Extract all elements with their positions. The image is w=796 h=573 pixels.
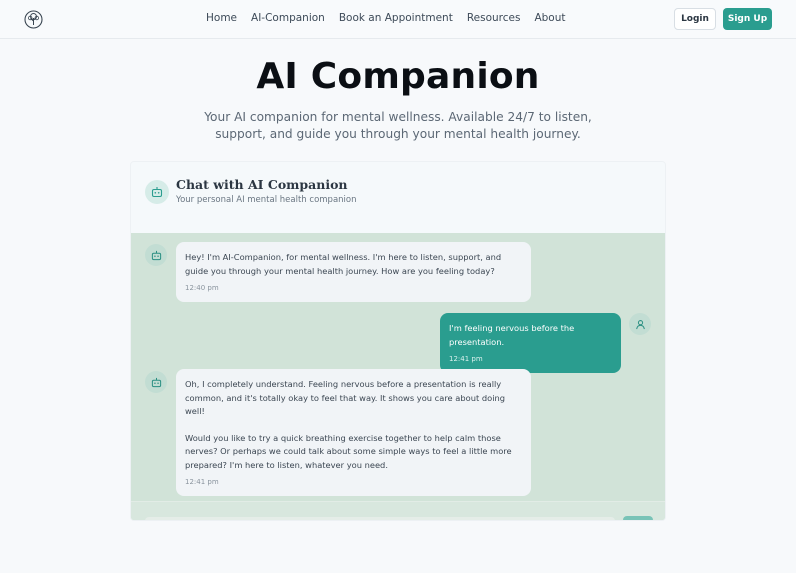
user-avatar — [629, 313, 651, 335]
send-button[interactable] — [623, 516, 653, 520]
user-message: I'm feeling nervous before the presentat… — [440, 313, 621, 373]
message-text: Hey! I'm AI-Companion, for mental wellne… — [185, 252, 502, 276]
message-list[interactable]: Hey! I'm AI-Companion, for mental wellne… — [131, 233, 665, 520]
page-subtitle: Your AI companion for mental wellness. A… — [204, 110, 592, 141]
user-icon — [635, 315, 646, 334]
page-title: AI Companion — [256, 56, 540, 97]
message-input[interactable] — [145, 517, 615, 520]
login-button[interactable]: Login — [674, 8, 716, 30]
bot-avatar — [145, 180, 169, 204]
robot-icon — [151, 246, 162, 265]
bot-message: Hey! I'm AI-Companion, for mental wellne… — [176, 242, 531, 302]
signup-button[interactable]: Sign Up — [723, 8, 772, 30]
robot-icon — [151, 183, 163, 202]
nav-link-about[interactable]: About — [534, 12, 565, 24]
chat-input-area — [131, 501, 665, 520]
chat-panel: Chat with AI Companion Your personal AI … — [130, 161, 666, 521]
message-timestamp: 12:40 pm — [185, 284, 219, 292]
nav-link-resources[interactable]: Resources — [467, 12, 521, 24]
chat-subtitle: Your personal AI mental health companion — [176, 195, 357, 205]
chat-header: Chat with AI Companion Your personal AI … — [131, 162, 665, 233]
message-timestamp: 12:41 pm — [185, 478, 219, 486]
main-nav: Home AI-Companion Book an Appointment Re… — [206, 12, 579, 24]
robot-icon — [151, 373, 162, 392]
message-timestamp: 12:41 pm — [449, 355, 483, 363]
message-text: Would you like to try a quick breathing … — [185, 432, 512, 470]
message-text: Oh, I completely understand. Feeling ner… — [185, 379, 506, 416]
chat-title: Chat with AI Companion — [176, 177, 348, 192]
bot-avatar — [145, 371, 167, 393]
bot-message: Oh, I completely understand. Feeling ner… — [176, 369, 531, 496]
tree-logo-icon[interactable] — [24, 10, 43, 29]
nav-link-home[interactable]: Home — [206, 12, 237, 24]
bot-avatar — [145, 244, 167, 266]
nav-link-ai-companion[interactable]: AI-Companion — [251, 12, 325, 24]
top-navigation-bar: Home AI-Companion Book an Appointment Re… — [0, 0, 796, 39]
nav-link-book-appointment[interactable]: Book an Appointment — [339, 12, 453, 24]
message-text: I'm feeling nervous before the presentat… — [449, 323, 575, 347]
